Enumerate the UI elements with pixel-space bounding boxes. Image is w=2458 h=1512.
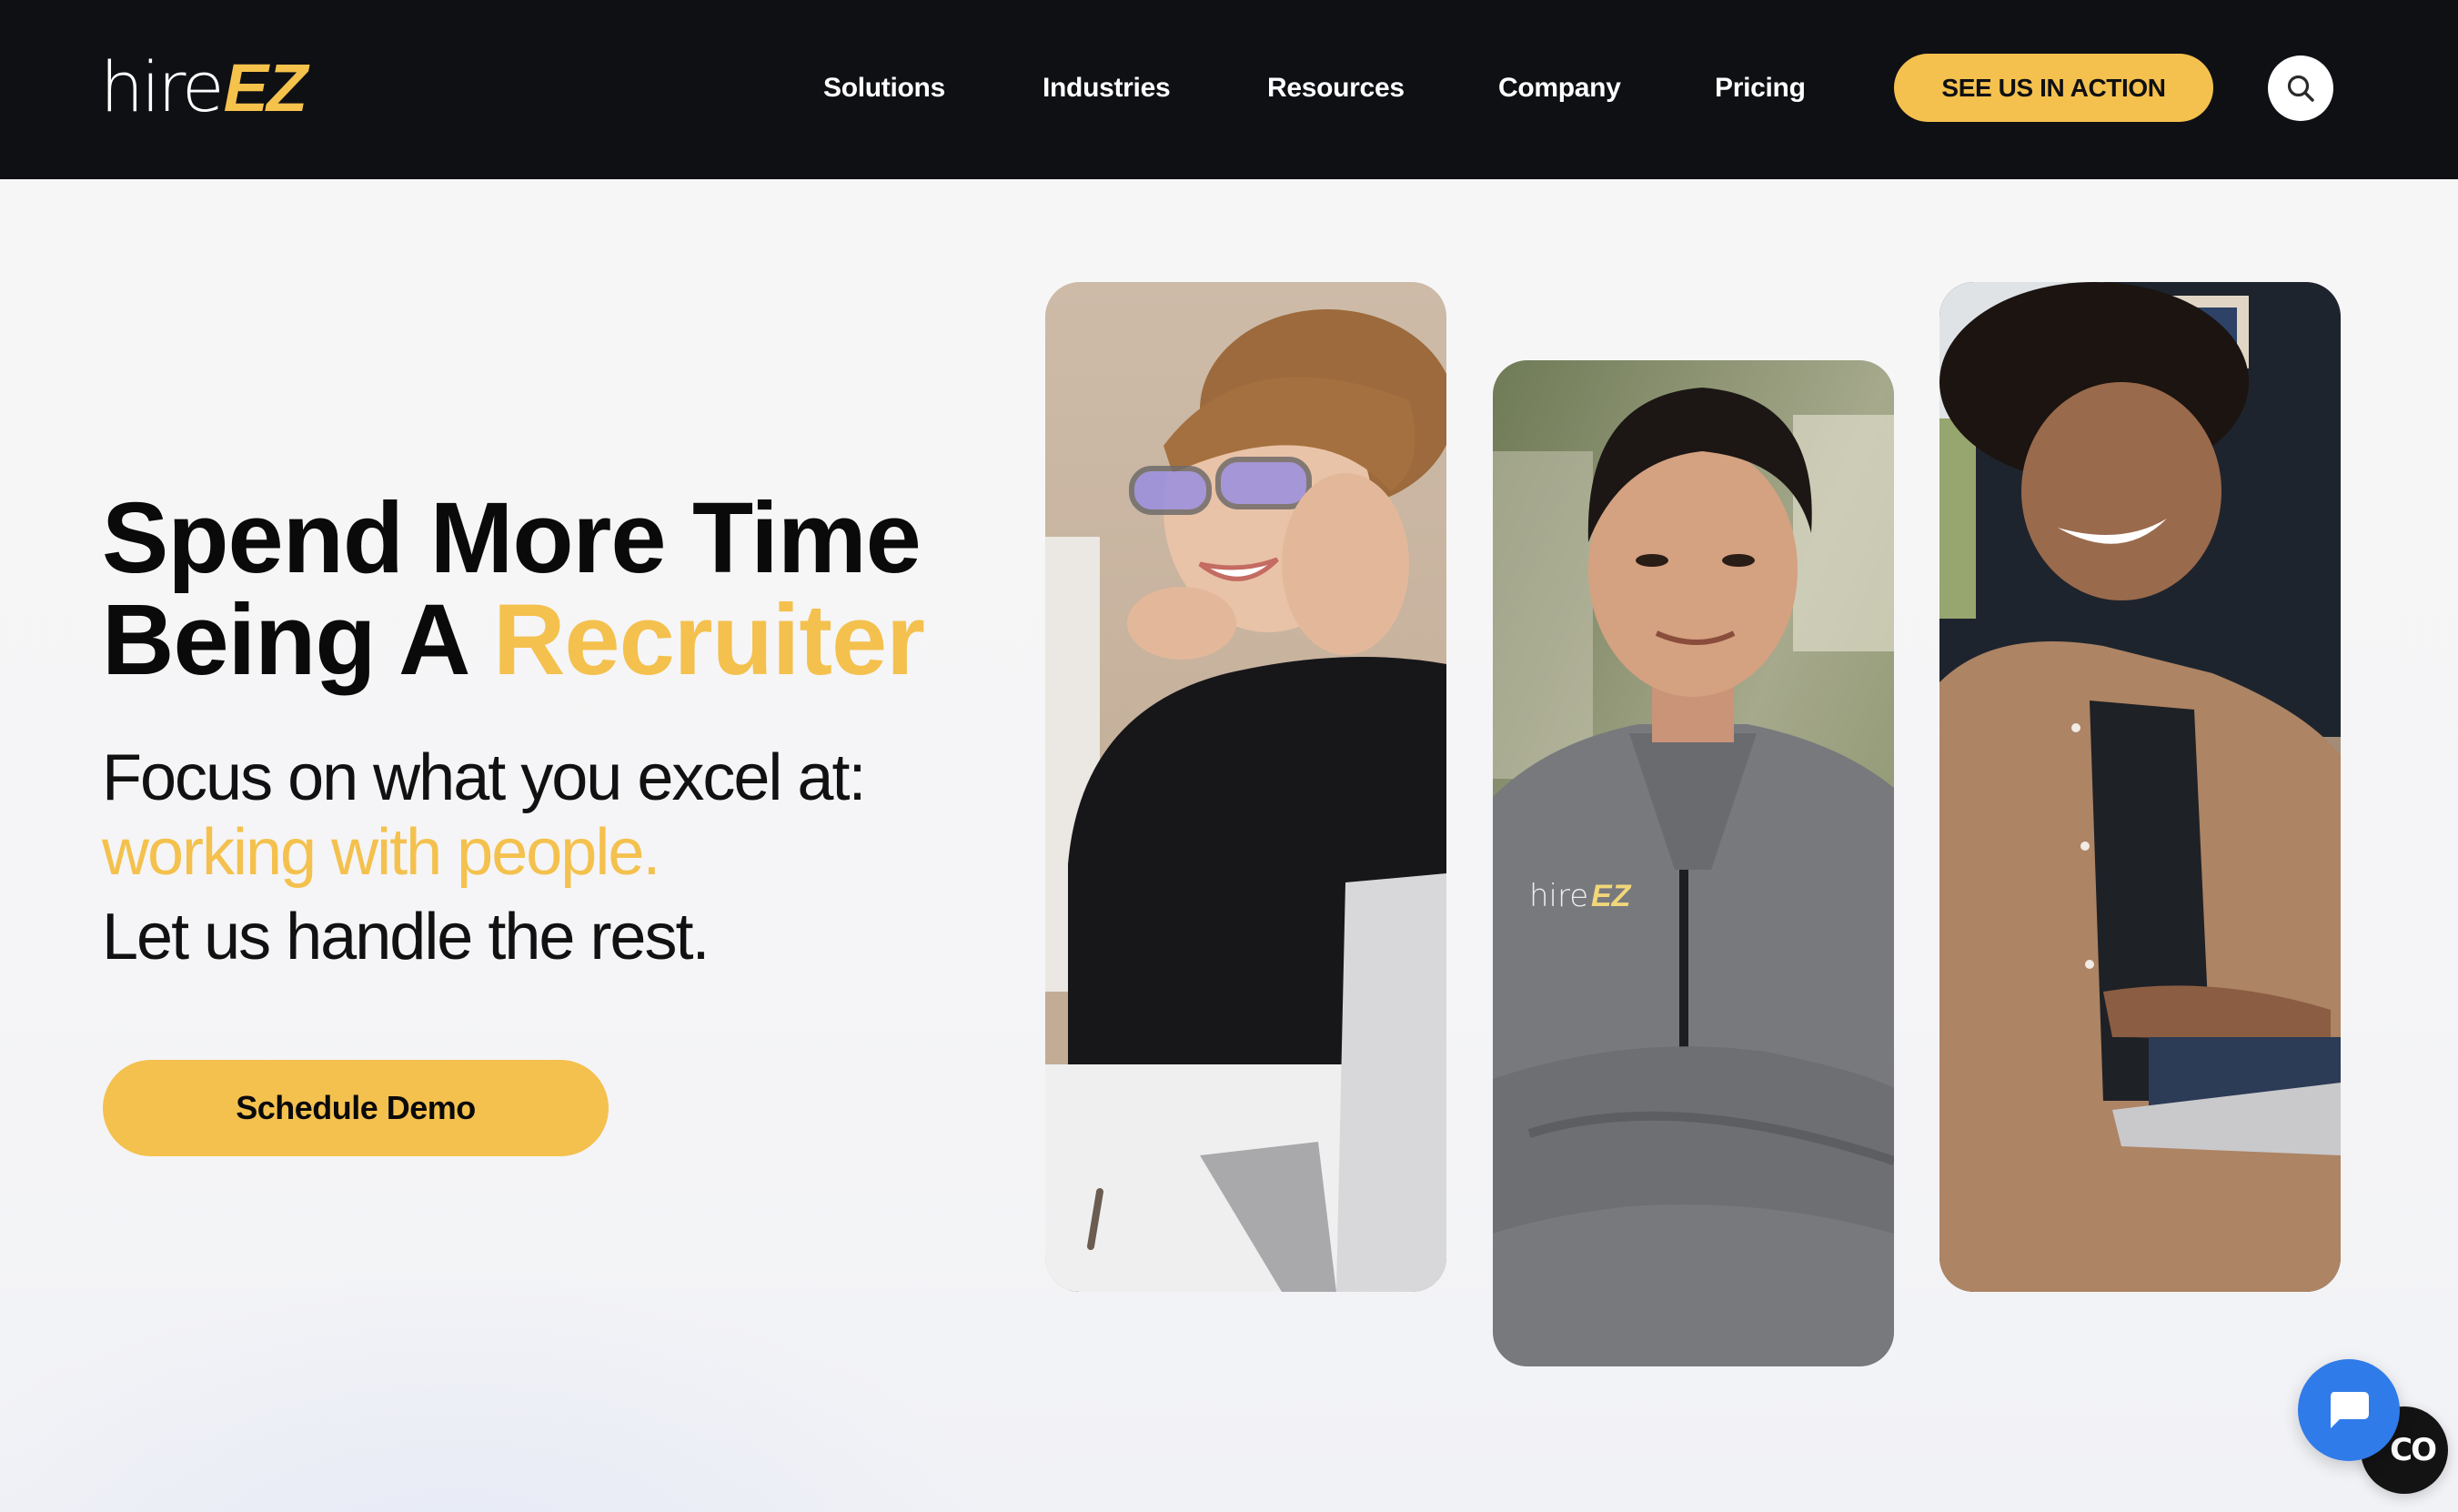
secondary-widget-label: CO: [2390, 1432, 2437, 1468]
photo-woman-glasses: [1045, 282, 1446, 1292]
shirt-logo-hire: hire: [1529, 878, 1588, 914]
headline-accent-word: Recruiter: [492, 584, 925, 696]
chat-launcher-button[interactable]: [2298, 1359, 2400, 1461]
logo-text-ez: EZ: [223, 50, 308, 126]
hero-headline: Spend More Time Being A Recruiter: [102, 488, 1012, 691]
logo-text-hire: hire: [100, 46, 225, 127]
search-button[interactable]: [2268, 55, 2333, 121]
top-navigation-bar: hire EZ Solutions Industries Resources C…: [0, 0, 2458, 179]
nav-item-industries[interactable]: Industries: [1043, 66, 1171, 110]
see-us-in-action-button[interactable]: SEE US IN ACTION: [1894, 54, 2213, 122]
headline-line-2-prefix: Being A: [102, 584, 493, 696]
photo-woman-typing: [1939, 282, 2341, 1292]
schedule-demo-button[interactable]: Schedule Demo: [103, 1060, 609, 1156]
shirt-logo-ez: EZ: [1591, 879, 1632, 913]
nav-item-pricing[interactable]: Pricing: [1715, 66, 1806, 110]
hero-subtext-line-3: Let us handle the rest.: [102, 901, 710, 973]
nav-item-company[interactable]: Company: [1498, 66, 1621, 110]
headline-line-1: Spend More Time: [102, 482, 922, 594]
nav-item-solutions[interactable]: Solutions: [823, 66, 945, 110]
hero-subtext-accent: working with people.: [102, 816, 660, 889]
chat-bubble-icon: [2327, 1390, 2371, 1430]
brand-logo[interactable]: hire EZ: [100, 46, 308, 127]
nav-item-resources[interactable]: Resources: [1267, 66, 1405, 110]
search-icon: [2285, 73, 2316, 104]
photo-man-hireez-shirt: hire EZ: [1493, 360, 1894, 1366]
hero-subtext-line-1: Focus on what you excel at:: [102, 741, 866, 814]
